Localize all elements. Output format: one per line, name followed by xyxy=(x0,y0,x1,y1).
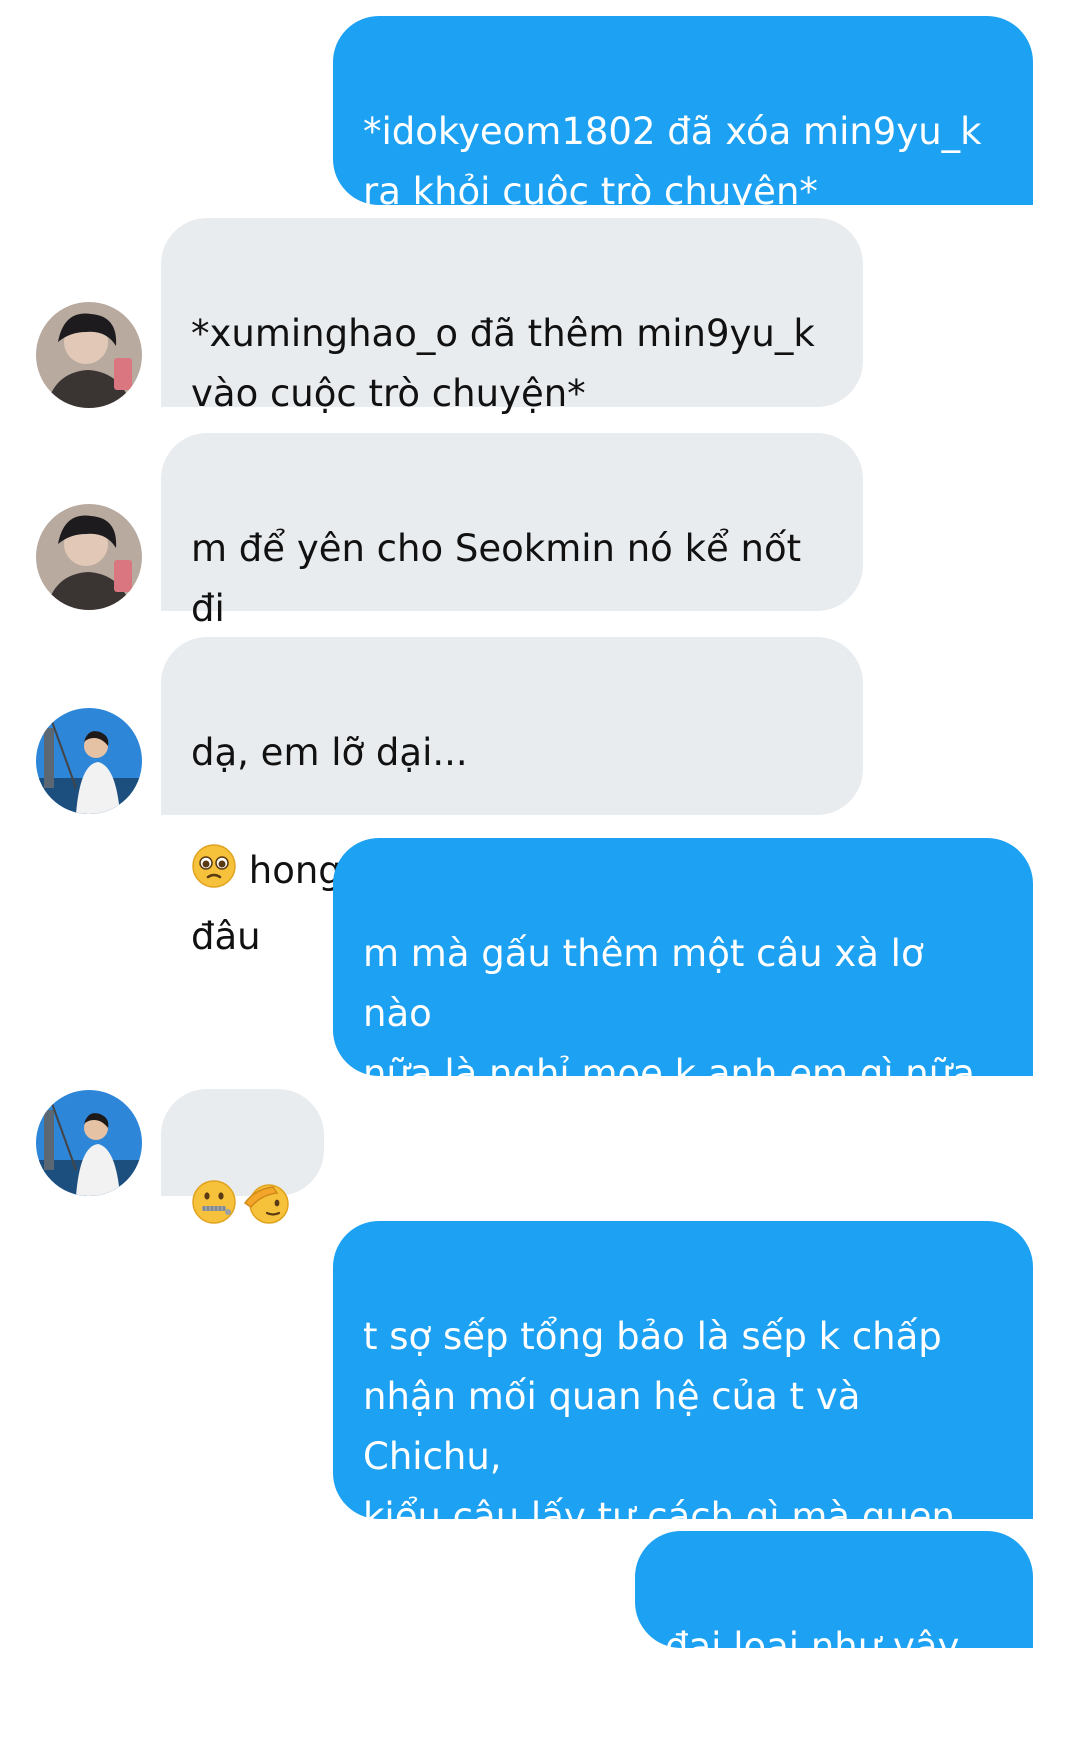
message-bubble-received[interactable]: m để yên cho Seokmin nó kể nốt đi Goo xyxy=(161,433,863,804)
saluting-face-icon xyxy=(243,1119,289,1243)
message-text: đại loại như vậy í... xyxy=(665,1625,960,1728)
avatar-boat[interactable] xyxy=(36,1090,142,1196)
pleading-face-icon xyxy=(191,783,237,907)
message-bubble-sent[interactable]: *idokyeom1802 đã xóa min9yu_k ra khỏi cu… xyxy=(333,16,1033,213)
message-text: *xuminghao_o đã thêm min9yu_k vào cuộc t… xyxy=(191,312,815,415)
message-text: m mà gấu thêm một câu xà lơ nào nữa là n… xyxy=(363,932,975,1155)
message-bubble-received[interactable]: dạ, em lỡ dại... hong có lần sau đâu xyxy=(161,637,863,958)
message-bubble-received[interactable]: *xuminghao_o đã thêm min9yu_k vào cuộc t… xyxy=(161,218,863,415)
avatar-xuminghao[interactable] xyxy=(36,302,142,408)
avatar-boat[interactable] xyxy=(36,708,142,814)
message-text: *idokyeom1802 đã xóa min9yu_k ra khỏi cu… xyxy=(363,110,982,213)
message-bubble-sent[interactable]: đại loại như vậy í... xyxy=(635,1531,1033,1728)
message-bubble-sent[interactable]: m mà gấu thêm một câu xà lơ nào nữa là n… xyxy=(333,838,1033,1263)
message-bubble-sent[interactable]: t sợ sếp tổng bảo là sếp k chấp nhận mối… xyxy=(333,1221,1033,1658)
message-bubble-received[interactable] xyxy=(161,1089,324,1224)
zipper-mouth-face-icon xyxy=(191,1119,237,1243)
message-text-before: dạ, em lỡ dại... xyxy=(191,731,468,774)
chat-screen: { "messages": [ {"side": "sent", "text":… xyxy=(0,0,1080,1728)
avatar-xuminghao[interactable] xyxy=(36,504,142,610)
